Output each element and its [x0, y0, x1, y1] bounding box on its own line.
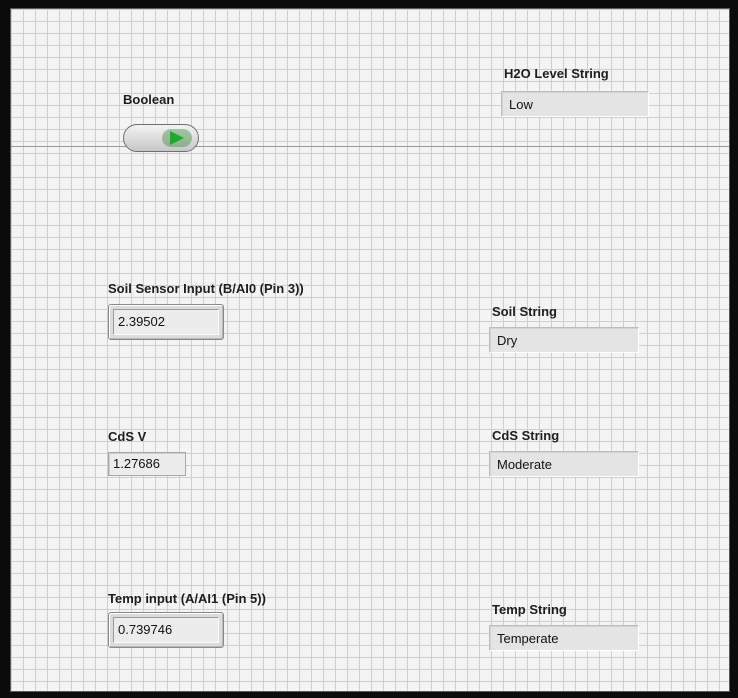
soil-string[interactable]: Dry — [489, 327, 639, 353]
front-panel: Boolean H2O Level String Low Soil Sensor… — [10, 8, 730, 692]
soil-sensor-indicator[interactable]: 2.39502 — [108, 304, 224, 340]
temp-input-value: 0.739746 — [113, 617, 219, 643]
h2o-level-label: H2O Level String — [504, 66, 609, 81]
temp-input-label: Temp input (A/AI1 (Pin 5)) — [108, 591, 266, 606]
cds-v-value[interactable]: 1.27686 — [108, 452, 186, 476]
boolean-label: Boolean — [123, 92, 175, 107]
temp-string-label: Temp String — [492, 602, 567, 617]
soil-sensor-label: Soil Sensor Input (B/AI0 (Pin 3)) — [108, 281, 304, 296]
soil-string-label: Soil String — [492, 304, 557, 319]
cds-string[interactable]: Moderate — [489, 451, 639, 477]
temp-input-indicator[interactable]: 0.739746 — [108, 612, 224, 648]
temp-string[interactable]: Temperate — [489, 625, 639, 651]
panel-divider — [11, 146, 729, 147]
soil-sensor-value: 2.39502 — [113, 309, 219, 335]
play-led-icon — [170, 131, 184, 145]
h2o-level-string[interactable]: Low — [501, 91, 649, 117]
cds-v-label: CdS V — [108, 429, 147, 444]
cds-string-label: CdS String — [492, 428, 560, 443]
boolean-button[interactable] — [123, 124, 199, 152]
